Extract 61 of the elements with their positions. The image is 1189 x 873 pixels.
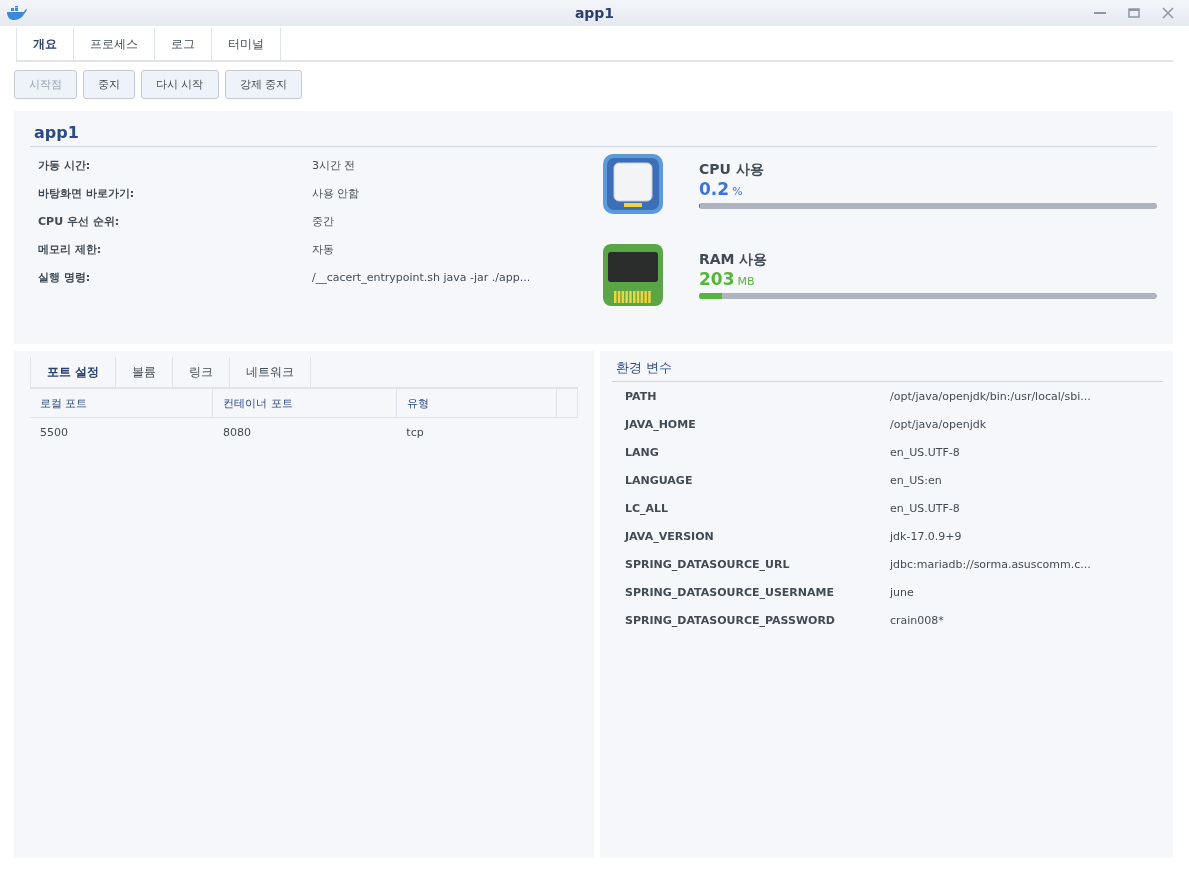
variable-name: SPRING_DATASOURCE_URL — [624, 557, 791, 571]
field-value: /__cacert_entrypoint.sh java -jar ./app... — [312, 270, 531, 284]
tab[interactable]: 포트 설정 — [30, 357, 116, 387]
maximize-icon — [1128, 7, 1140, 19]
variable-value: /opt/java/openjdk/bin:/usr/local/sbi... — [890, 389, 1091, 403]
column-header[interactable]: 컨테이너 포트 — [212, 389, 397, 418]
tab[interactable]: 터미널 — [211, 28, 281, 60]
table-cell: 5500 — [30, 417, 213, 447]
action-button[interactable]: 강제 중지 — [224, 70, 302, 99]
field-value: 중간 — [312, 213, 334, 229]
field-label: 메모리 제한: — [37, 241, 103, 257]
variable-name: SPRING_DATASOURCE_USERNAME — [624, 585, 836, 599]
variable-value: en_US.UTF-8 — [890, 445, 960, 459]
action-button[interactable]: 중지 — [83, 70, 135, 99]
whale-icon — [6, 6, 28, 20]
tab[interactable]: 볼륨 — [115, 357, 173, 387]
container-name: app1 — [34, 123, 80, 144]
field-label: 바탕화면 바로가기: — [37, 185, 136, 201]
variable-name: LC_ALL — [624, 501, 670, 515]
table-cell: tcp — [396, 417, 557, 447]
variable-name: PATH — [624, 389, 658, 403]
variable-name: SPRING_DATASOURCE_PASSWORD — [624, 613, 836, 627]
meter-unit: % — [732, 185, 743, 198]
variable-value: june — [890, 585, 914, 599]
variable-value: jdbc:mariadb://sorma.asuscomm.c... — [890, 557, 1091, 571]
field-label: 가동 시간: — [37, 157, 92, 173]
column-header[interactable]: 로컬 포트 — [30, 389, 213, 418]
field-value: 자동 — [312, 241, 334, 257]
memory-chip-icon — [602, 243, 664, 307]
variable-name: LANG — [624, 445, 660, 459]
variable-name: JAVA_HOME — [623, 417, 697, 431]
field-label: CPU 우선 순위: — [37, 213, 121, 229]
tab[interactable]: 링크 — [172, 357, 230, 387]
field-value: 사용 안함 — [312, 185, 360, 201]
variable-value: crain008* — [890, 613, 944, 627]
variable-name: JAVA_VERSION — [623, 529, 715, 543]
tab[interactable]: 개요 — [16, 28, 73, 60]
variable-value: /opt/java/openjdk — [890, 417, 987, 431]
variable-value: en_US.UTF-8 — [890, 501, 960, 515]
variable-value: jdk-17.0.9+9 — [890, 529, 962, 543]
section-title: 환경 변수 — [616, 359, 674, 377]
meter-label: CPU 사용 — [699, 161, 765, 179]
maximize-button[interactable] — [1127, 6, 1141, 20]
field-value: 3시간 전 — [312, 157, 356, 173]
meter-value: 0.2 — [699, 179, 730, 199]
close-button[interactable] — [1161, 6, 1175, 20]
variable-value: en_US:en — [890, 473, 942, 487]
table-cell: 8080 — [212, 417, 397, 447]
field-label: 실행 명령: — [37, 269, 92, 285]
processor-chip-icon — [602, 153, 664, 217]
tab[interactable]: 네트워크 — [229, 357, 312, 387]
variable-name: LANGUAGE — [624, 473, 694, 487]
action-button[interactable]: 다시 시작 — [141, 70, 219, 99]
meter-unit: MB — [737, 275, 755, 288]
meter-value: 203 — [699, 269, 735, 289]
close-icon — [1162, 7, 1174, 19]
column-header[interactable]: 유형 — [396, 389, 557, 418]
tab[interactable]: 프로세스 — [73, 28, 154, 60]
window-title: app1 — [574, 5, 615, 21]
meter-label: RAM 사용 — [699, 251, 769, 269]
tab[interactable]: 로그 — [154, 28, 211, 60]
